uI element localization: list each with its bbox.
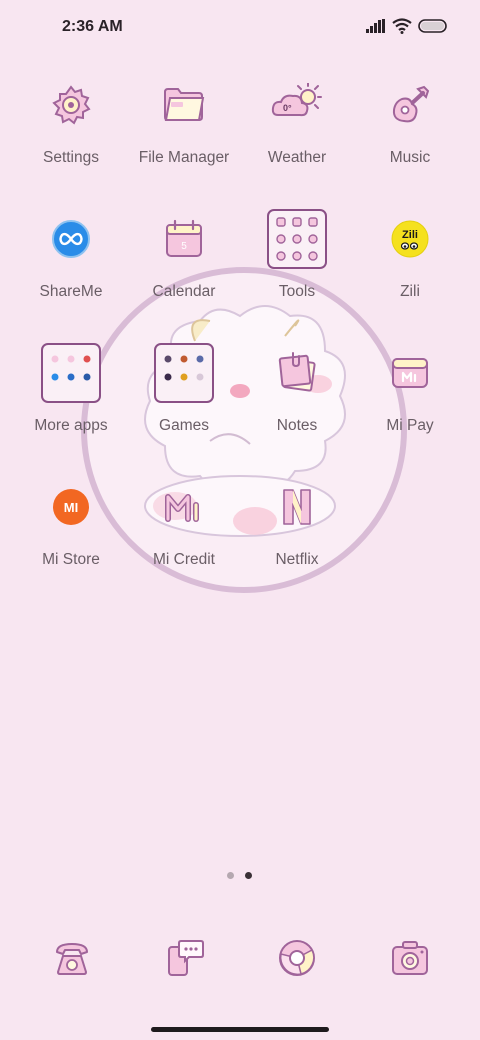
app-label: Games: [159, 417, 209, 434]
browser-icon: [277, 938, 317, 983]
zili-logo-text: Zili: [402, 229, 418, 241]
app-settings[interactable]: Settings: [13, 70, 129, 180]
app-zili[interactable]: Zili Zili: [352, 204, 468, 314]
app-notes[interactable]: Notes: [239, 338, 355, 448]
weather-temp: 0°: [283, 103, 292, 113]
app-games-folder[interactable]: Games: [126, 338, 242, 448]
shareme-icon: [36, 204, 106, 274]
signal-icon: [366, 19, 386, 38]
games-folder-icon: [149, 338, 219, 408]
app-tools-folder[interactable]: Tools: [239, 204, 355, 314]
app-label: Zili: [400, 283, 420, 300]
phone-icon: [51, 938, 93, 983]
dock-phone[interactable]: [42, 930, 102, 990]
calendar-icon: 5: [149, 204, 219, 274]
tools-folder-icon: [262, 204, 332, 274]
guitar-icon: [375, 70, 445, 140]
app-mi-store[interactable]: MI Mi Store: [13, 472, 129, 582]
app-label: More apps: [34, 417, 108, 434]
app-label: Weather: [267, 149, 327, 166]
more-apps-folder-icon: [36, 338, 106, 408]
status-bar: 2:36 AM: [0, 0, 480, 56]
mi-store-logo: MI: [64, 500, 78, 515]
messages-icon: [163, 937, 205, 984]
settings-icon: [36, 70, 106, 140]
app-file-manager[interactable]: File Manager: [126, 70, 242, 180]
gesture-nav-handle[interactable]: [151, 1027, 329, 1032]
app-label: Calendar: [152, 283, 216, 300]
page-dot-2-active[interactable]: [245, 872, 252, 879]
app-calendar[interactable]: 5 Calendar: [126, 204, 242, 314]
mi-store-icon: MI: [36, 472, 106, 542]
netflix-icon: [262, 472, 332, 542]
app-music[interactable]: Music: [352, 70, 468, 180]
zili-icon: Zili: [375, 204, 445, 274]
app-mi-pay[interactable]: Mi Pay: [352, 338, 468, 448]
app-shareme[interactable]: ShareMe: [13, 204, 129, 314]
page-indicator: [227, 872, 252, 879]
app-label: Mi Pay: [386, 417, 434, 434]
app-label: ShareMe: [39, 283, 103, 300]
app-label: Settings: [42, 149, 99, 166]
folder-icon: [149, 70, 219, 140]
dock-browser[interactable]: [267, 930, 327, 990]
app-label: File Manager: [138, 149, 230, 166]
camera-icon: [389, 938, 431, 983]
notes-icon: [262, 338, 332, 408]
app-label: Notes: [276, 417, 318, 434]
app-more-apps-folder[interactable]: More apps: [13, 338, 129, 448]
mi-credit-icon: [149, 472, 219, 542]
dock-messages[interactable]: [154, 930, 214, 990]
app-label: Netflix: [275, 551, 319, 568]
dock-camera[interactable]: [380, 930, 440, 990]
battery-icon: [418, 19, 448, 38]
app-netflix[interactable]: Netflix: [239, 472, 355, 582]
app-label: Tools: [278, 283, 316, 300]
app-label: Music: [389, 149, 431, 166]
wifi-icon: [392, 18, 412, 39]
status-time: 2:36 AM: [62, 18, 123, 35]
page-dot-1[interactable]: [227, 872, 234, 879]
weather-icon: 0°: [262, 70, 332, 140]
app-label: Mi Store: [42, 551, 100, 568]
mi-pay-icon: [375, 338, 445, 408]
status-icons: [366, 18, 448, 39]
app-label: Mi Credit: [152, 551, 215, 568]
app-mi-credit[interactable]: Mi Credit: [126, 472, 242, 582]
calendar-day: 5: [181, 241, 187, 252]
app-weather[interactable]: 0° Weather: [239, 70, 355, 180]
